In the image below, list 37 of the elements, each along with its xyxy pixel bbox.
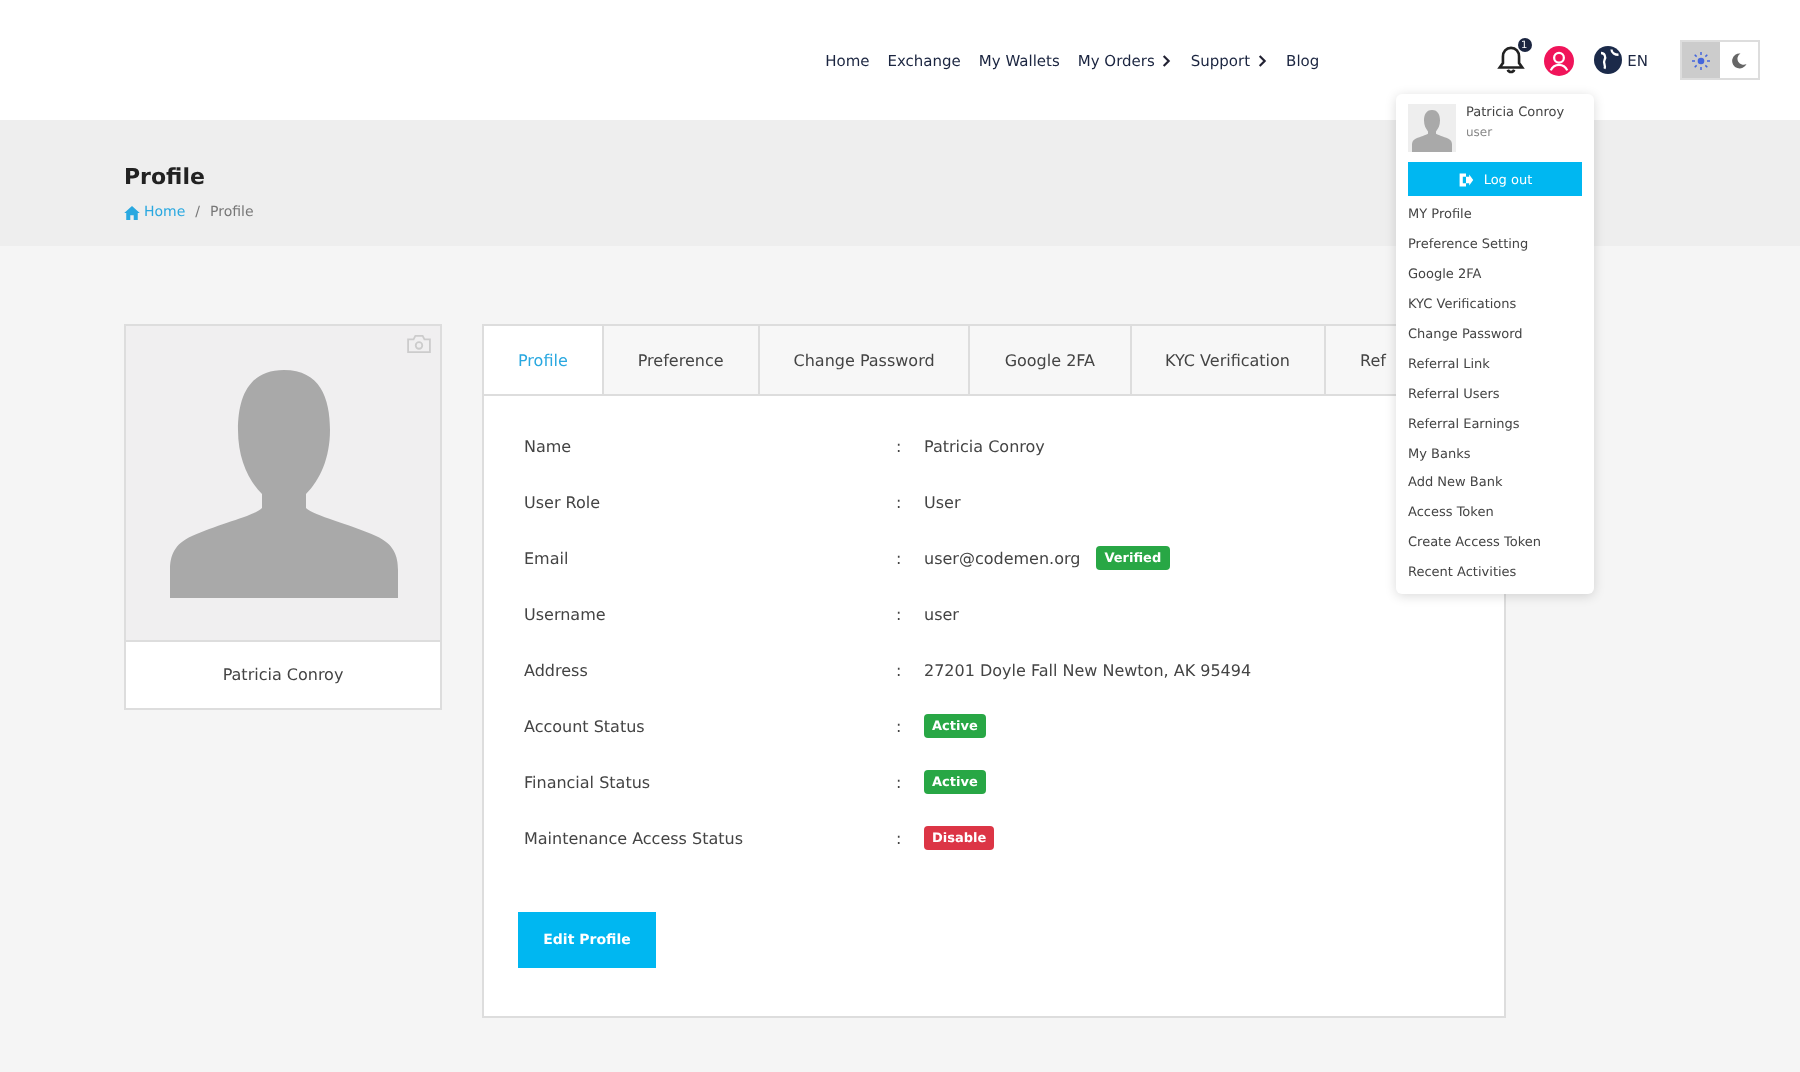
field-label: Account Status (524, 717, 647, 735)
field-separator: : (896, 549, 904, 567)
profile-name: Patricia Conroy (126, 640, 440, 708)
field-value: 27201 Doyle Fall New Newton, AK 95494 (924, 661, 1252, 679)
field-separator: : (896, 829, 904, 847)
field-label: Financial Status (524, 773, 653, 791)
field-value: Patricia Conroy (924, 437, 1045, 455)
field-value: user@codemen.org (924, 549, 1081, 567)
sun-icon (1692, 51, 1710, 69)
avatar-icon[interactable] (1543, 45, 1574, 75)
page-title: Profile (124, 164, 205, 190)
field-value: User (924, 493, 961, 511)
field-separator: : (896, 717, 904, 735)
light-mode-button[interactable] (1682, 42, 1720, 78)
tab[interactable]: Change Password (759, 326, 971, 394)
field-separator: : (896, 661, 904, 679)
field-separator: : (896, 773, 904, 791)
field-label: Name (524, 437, 574, 455)
moon-icon (1730, 51, 1748, 69)
globe-icon[interactable] (1593, 46, 1622, 74)
field-value: user (924, 605, 959, 623)
field-separator: : (896, 437, 904, 455)
avatar-icon (1408, 104, 1456, 152)
tab[interactable]: Google 2FA (970, 326, 1131, 394)
person-silhouette-icon (169, 370, 397, 598)
tab[interactable]: Preference (603, 326, 760, 394)
field-label: Address (524, 661, 590, 679)
field-label: User Role (524, 493, 603, 511)
bell-icon[interactable] (1495, 44, 1526, 76)
field-separator: : (896, 605, 904, 623)
field-label: Email (524, 549, 571, 567)
tab[interactable]: KYC Verification (1131, 326, 1326, 394)
home-icon (124, 205, 140, 219)
logout-icon (1457, 171, 1474, 187)
field-label: Username (524, 605, 608, 623)
field-label: Maintenance Access Status (524, 829, 745, 847)
field-separator: : (896, 493, 904, 511)
